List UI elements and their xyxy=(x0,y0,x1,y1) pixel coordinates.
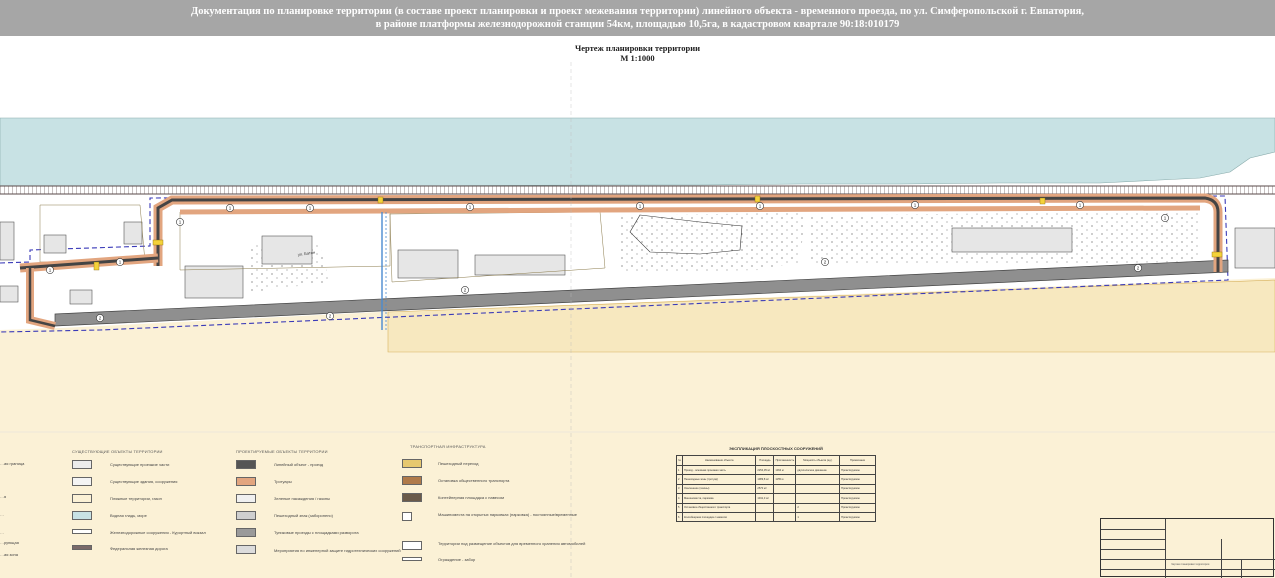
swatch-bus-stop xyxy=(402,476,422,485)
building-6 xyxy=(397,249,459,279)
stamp-label: Чертеж планировки территории xyxy=(1171,563,1210,566)
swatch-existing-buildings xyxy=(72,477,92,486)
building-9 xyxy=(1234,227,1275,269)
swatch-pedestrian xyxy=(236,511,256,520)
swatch-railway xyxy=(72,545,92,550)
table-row: 1 Проезд - основная проезжая часть 2254,05… xyxy=(676,464,876,476)
explication-table: № Наименование объекта Площадь Протяженн… xyxy=(676,455,876,523)
swatch-existing-roads xyxy=(72,460,92,469)
building-3 xyxy=(123,221,143,245)
table-row: 3 Озеленение (газоны) 2570 м² Проектируемое xyxy=(676,483,876,495)
title-block-stamp: Чертеж планировки территории xyxy=(1100,518,1275,578)
table-row: 6 Контейнерная площадка с навесом 1 Проекти… xyxy=(676,511,876,523)
territory-plan-map[interactable]: 222221 1 1 1 1 1 11111 ул. Батон xyxy=(0,0,1275,578)
table-row: 2 Пешеходные зоны (тротуар) 1089,8 м² 1155 … xyxy=(676,474,876,485)
swatch-storage-territory xyxy=(402,541,422,550)
building-4 xyxy=(184,265,244,299)
explication-title: ЭКСПЛИКАЦИЯ ПЛОСКОСТНЫХ СООРУЖЕНИЙ xyxy=(729,446,823,451)
building-7 xyxy=(474,254,566,276)
swatch-railway-structures xyxy=(72,529,92,534)
building-2 xyxy=(43,234,67,254)
swatch-fence xyxy=(402,557,422,561)
swatch-green xyxy=(236,494,256,503)
table-header-row: № Наименование объекта Площадь Протяженн… xyxy=(676,455,876,466)
table-row: 5 Остановка общественного транспорта 2 Прое… xyxy=(676,502,876,513)
swatch-driveway xyxy=(236,460,256,469)
swatch-beach xyxy=(72,494,92,503)
swatch-engineering-protection xyxy=(236,545,256,554)
green-area-1 xyxy=(620,213,805,272)
swatch-crossing xyxy=(402,459,422,468)
table-row: 4 Машиноместа, парковка 1041,3 м² Проектиру… xyxy=(676,493,876,504)
swatch-container-site xyxy=(402,493,422,502)
building-1 xyxy=(0,221,15,261)
swatch-sea xyxy=(72,511,92,520)
sea-area xyxy=(0,117,1275,187)
building-5 xyxy=(261,235,313,265)
swatch-dead-ends xyxy=(236,528,256,537)
building-8 xyxy=(951,227,1073,253)
swatch-parking xyxy=(402,512,412,521)
railway-track xyxy=(0,186,1275,194)
swatch-sidewalks xyxy=(236,477,256,486)
